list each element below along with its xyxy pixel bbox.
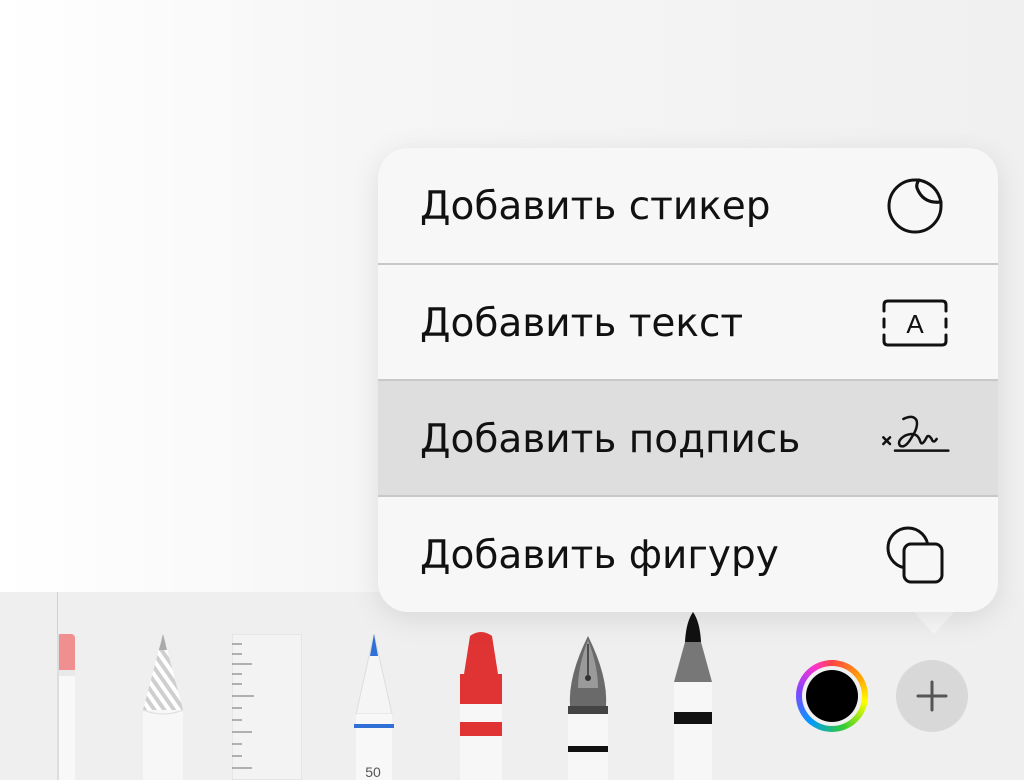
sticker-icon bbox=[880, 176, 950, 236]
signature-icon bbox=[880, 409, 950, 469]
eraser-tool[interactable] bbox=[57, 634, 77, 780]
pencil-tool[interactable] bbox=[138, 634, 188, 780]
menu-item-label: Добавить стикер bbox=[420, 183, 771, 229]
current-color-swatch bbox=[806, 670, 858, 722]
marker-size-label: 50 bbox=[365, 764, 381, 780]
felt-pen-icon bbox=[674, 612, 712, 780]
ruler-tool[interactable] bbox=[231, 633, 303, 780]
fountain-pen-icon bbox=[568, 636, 608, 780]
add-menu: Добавить стикер Добавить текст A Добавит… bbox=[378, 148, 998, 612]
menu-item-label: Добавить подпись bbox=[420, 416, 801, 462]
marker-tool[interactable] bbox=[352, 633, 396, 780]
marker-icon bbox=[354, 633, 394, 780]
pencil-icon bbox=[142, 634, 184, 780]
menu-item-label: Добавить текст bbox=[420, 300, 744, 346]
menu-item-add-text[interactable]: Добавить текст A bbox=[378, 265, 998, 381]
shapes-icon bbox=[880, 525, 950, 585]
menu-item-add-sticker[interactable]: Добавить стикер bbox=[378, 148, 998, 264]
eraser-icon bbox=[57, 634, 75, 780]
fountain-pen-tool[interactable] bbox=[562, 636, 614, 780]
svg-text:A: A bbox=[906, 309, 924, 339]
menu-item-label: Добавить фигуру bbox=[420, 532, 779, 578]
add-button[interactable] bbox=[896, 660, 968, 732]
color-picker-button[interactable] bbox=[796, 660, 868, 732]
menu-item-add-signature[interactable]: Добавить подпись bbox=[378, 381, 998, 497]
text-box-icon: A bbox=[880, 293, 950, 353]
crayon-icon bbox=[460, 632, 502, 780]
felt-pen-tool[interactable] bbox=[670, 612, 716, 780]
plus-icon bbox=[916, 680, 948, 712]
crayon-tool[interactable] bbox=[458, 632, 504, 780]
menu-item-add-shape[interactable]: Добавить фигуру bbox=[378, 497, 998, 612]
ruler-icon bbox=[231, 633, 303, 780]
